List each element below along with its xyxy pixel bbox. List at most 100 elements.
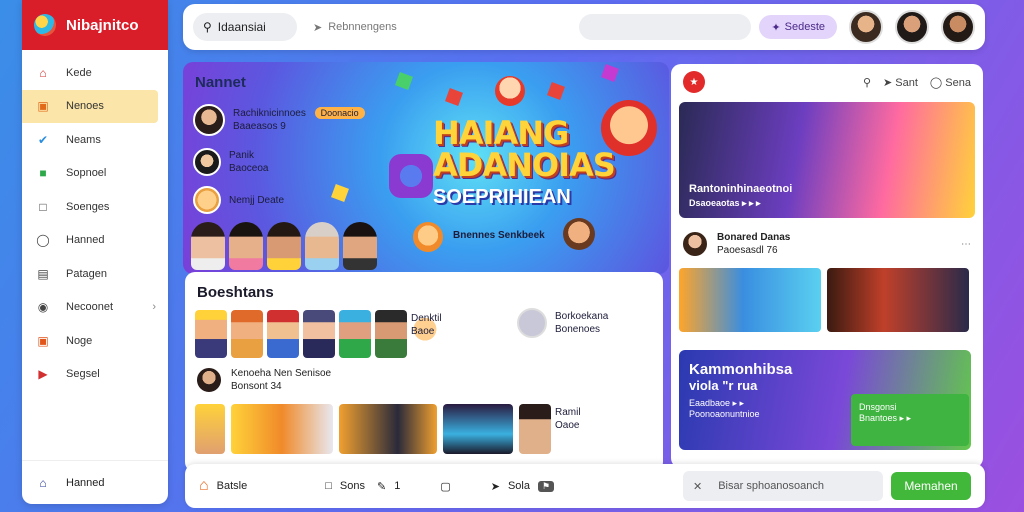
user-sub: Bonsont 34 [231, 381, 282, 392]
content-panel: Boeshtans Denktil Baoe Borkoekana Boneno… [185, 272, 663, 472]
search-input[interactable]: ⚲ Idaansiai [193, 13, 297, 41]
bottom-edit-button[interactable]: ✎ 1 [377, 480, 400, 493]
featured-card-sub: Dsaoeaotas ▸ ▸ ▸ [689, 198, 761, 208]
sidebar-nav: ⌂ Kede ▣ Nenoes ✔ Neams ■ Sopnoel □ Soen… [22, 50, 168, 391]
promo-card-cta[interactable]: Dnsgonsi Bnantoes ▸ ▸ [851, 394, 969, 446]
home-icon: ⌂ [199, 477, 209, 494]
share-link[interactable]: ➤ Sant [883, 76, 918, 89]
avatar[interactable] [191, 222, 225, 270]
sidebar-footer-item[interactable]: ⌂ Hanned [22, 460, 168, 504]
bottom-share-button[interactable]: ➤ Sola ⚑ [491, 480, 555, 493]
hero-user-card[interactable]: Rachiknicinnoes Doonacio Baaeasos 9 [193, 104, 365, 136]
user-name: Nemjj Deate [229, 194, 285, 206]
user-name: Ramil [555, 407, 581, 418]
search-icon: ⚲ [203, 20, 212, 34]
sidebar-item-noge[interactable]: ▣ Noge [22, 324, 168, 358]
sidebar-item-soenges[interactable]: □ Soenges [22, 190, 168, 224]
right-panel: ★ ⚲ ➤ Sant ◯ Sena Rantoninhinaeotnoi Dsa… [671, 64, 983, 468]
decor-cube-icon [331, 184, 349, 202]
home-icon: ⌂ [39, 65, 47, 80]
decor-cube-icon [547, 82, 565, 100]
bottom-comments-button[interactable]: □ Sons [325, 480, 365, 492]
search-icon[interactable]: ⚲ [863, 76, 871, 89]
avatar [681, 230, 709, 258]
sidebar-item-kede[interactable]: ⌂ Kede [22, 56, 168, 90]
hero-user-card[interactable]: Nemjj Deate [193, 186, 284, 214]
more-icon[interactable]: ⋯ [961, 238, 971, 251]
featured-card[interactable]: Rantoninhinaeotnoi Dsaoeaotas ▸ ▸ ▸ [679, 102, 975, 218]
sidebar-item-neams[interactable]: ✔ Neams [22, 123, 168, 157]
sidebar-item-nenoes[interactable]: ▣ Nenoes [22, 89, 158, 123]
video-thumbnail[interactable] [679, 268, 821, 332]
panel-user[interactable]: Ramil Oaoe [555, 406, 581, 432]
topbar-link[interactable]: ➤ Rebnnengens [313, 21, 397, 34]
promo-card-title2: viola "r rua [689, 378, 758, 393]
avatar[interactable] [229, 222, 263, 270]
mascot-icon [563, 218, 595, 250]
avatar[interactable] [305, 222, 339, 270]
mascot-icon [495, 76, 525, 106]
bottom-home-label: Batsle [216, 480, 248, 492]
video-thumbnail[interactable] [195, 404, 225, 454]
sidebar-item-sopnoel[interactable]: ■ Sopnoel [22, 157, 168, 191]
bottom-message-button[interactable]: ▢ [440, 480, 450, 493]
character-thumbnail[interactable] [375, 310, 407, 358]
panel-user[interactable]: Borkoekana Bonenoes [517, 308, 608, 338]
top-bar: ⚲ Idaansiai ➤ Rebnnengens ✦ Sedeste [183, 4, 985, 50]
right-panel-header: ★ ⚲ ➤ Sant ◯ Sena [671, 64, 983, 100]
sidebar-item-hanned[interactable]: ◯ Hanned [22, 224, 168, 258]
user-name: Kenoeha Nen Senisoe [231, 368, 332, 379]
sparkle-icon: ✦ [771, 21, 781, 34]
hero-subtitle: SOEPRIHIEAN [433, 186, 571, 208]
avatar[interactable] [849, 10, 883, 44]
chevron-right-icon: › [152, 301, 156, 314]
character-thumbnail[interactable] [267, 310, 299, 358]
avatar[interactable] [267, 222, 301, 270]
app-header[interactable]: Nibajnitco [22, 0, 168, 50]
character-thumbnail[interactable] [303, 310, 335, 358]
hero-banner[interactable]: Nannet Rachiknicinnoes Doonacio Baaeasos… [183, 62, 669, 274]
bottom-search-input[interactable]: ✕ Bisar sphoanosoanch [683, 471, 883, 501]
video-thumbnail[interactable] [827, 268, 969, 332]
sidebar-item-patagen[interactable]: ▤ Patagen [22, 257, 168, 291]
sidebar-item-segsel[interactable]: ▶ Segsel [22, 358, 168, 392]
promo-card-title: Kammonhibsa [689, 361, 793, 378]
video-thumbnail[interactable] [231, 404, 333, 454]
character-thumbnail[interactable] [339, 310, 371, 358]
panel-user[interactable]: Denktil Baoe [411, 312, 442, 338]
video-thumbnails [195, 404, 551, 454]
video-thumbnail[interactable] [443, 404, 513, 454]
info-label: Sena [945, 76, 971, 89]
avatar[interactable] [941, 10, 975, 44]
user-name: Denktil [411, 313, 442, 324]
hero-title-line1: HAIANG [433, 114, 569, 152]
right-user-row[interactable]: Bonared Danas Paoesasdl 76 ⋯ [681, 230, 971, 258]
sidebar-item-necoonet[interactable]: ◉ Necoonet › [22, 291, 168, 325]
video-thumbnail[interactable] [339, 404, 437, 454]
bottom-share-label: Sola [507, 480, 530, 492]
secondary-search-input[interactable] [579, 14, 752, 40]
decor-cube-icon [445, 88, 463, 106]
close-icon[interactable]: ✕ [693, 480, 702, 493]
hero-tagline: Bnennes Senkbeek [453, 230, 545, 241]
comment-icon: □ [325, 480, 332, 492]
square-icon: ■ [39, 166, 47, 181]
decor-cube-icon [601, 64, 619, 82]
video-thumbnail[interactable] [519, 404, 551, 454]
avatar[interactable] [343, 222, 377, 270]
bottom-home-button[interactable]: ⌂ Batsle [199, 477, 247, 495]
character-thumbnail[interactable] [231, 310, 263, 358]
status-badge[interactable]: Doonacio [314, 107, 365, 119]
brand-logo-icon[interactable]: ★ [683, 71, 705, 93]
box-icon: ▣ [37, 333, 49, 348]
topbar-action-button[interactable]: ✦ Sedeste [759, 15, 837, 39]
sidebar-item-label: Sopnoel [66, 167, 107, 180]
bubble-icon: ◯ [36, 233, 50, 248]
bottom-submit-button[interactable]: Memahen [891, 472, 971, 500]
panel-user-row[interactable]: Kenoeha Nen Senisoe Bonsont 34 [195, 366, 331, 394]
info-link[interactable]: ◯ Sena [930, 76, 971, 89]
hero-user-card[interactable]: Panik Baoceoa [193, 148, 268, 176]
promo-card[interactable]: Kammonhibsa viola "r rua Eaadbaoe ▸ ▸ Po… [679, 350, 971, 450]
character-thumbnail[interactable] [195, 310, 227, 358]
avatar[interactable] [895, 10, 929, 44]
